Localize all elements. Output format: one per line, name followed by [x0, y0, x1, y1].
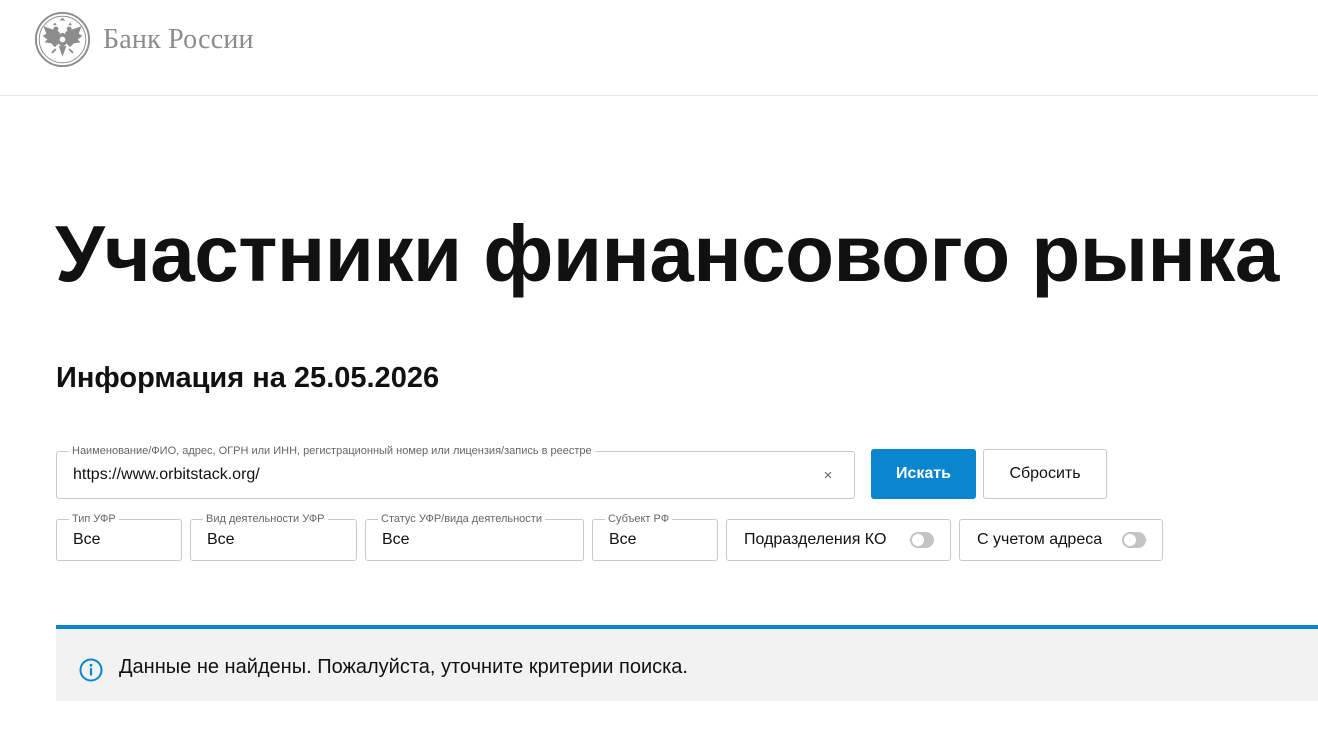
info-icon [79, 658, 103, 682]
site-header: Банк России [0, 0, 1318, 96]
bank-logo-link[interactable]: Банк России [34, 11, 254, 68]
no-results-notice: Данные не найдены. Пожалуйста, уточните … [56, 625, 1318, 701]
branches-toggle-switch[interactable] [910, 532, 934, 548]
info-date-heading: Информация на 25.05.2026 [56, 362, 440, 394]
bank-name: Банк России [103, 23, 254, 55]
region-select[interactable]: Субъект РФ Все [592, 512, 718, 561]
search-field[interactable]: Наименование/ФИО, адрес, ОГРН или ИНН, р… [56, 444, 855, 499]
search-button[interactable]: Искать [871, 449, 976, 499]
toggle-knob [912, 534, 924, 546]
branches-toggle[interactable]: Подразделения КО [726, 519, 951, 561]
region-value: Все [609, 531, 637, 548]
status-select[interactable]: Статус УФР/вида деятельности Все [365, 512, 584, 561]
branches-toggle-label: Подразделения КО [744, 531, 887, 548]
activity-type-select[interactable]: Вид деятельности УФР Все [190, 512, 357, 561]
address-toggle-label: С учетом адреса [977, 531, 1103, 548]
search-input[interactable] [73, 452, 813, 498]
reset-button[interactable]: Сбросить [983, 449, 1107, 499]
ufr-type-select[interactable]: Тип УФР Все [56, 512, 182, 561]
toggle-knob [1124, 534, 1136, 546]
address-toggle[interactable]: С учетом адреса [959, 519, 1163, 561]
address-toggle-switch[interactable] [1122, 532, 1146, 548]
activity-type-value: Все [207, 531, 235, 548]
double-headed-eagle-icon [34, 11, 91, 68]
page-title: Участники финансового рынка [55, 209, 1279, 298]
notice-text: Данные не найдены. Пожалуйста, уточните … [119, 656, 688, 678]
clear-search-icon[interactable]: × [818, 465, 838, 485]
ufr-type-value: Все [73, 531, 101, 548]
status-value: Все [382, 531, 410, 548]
